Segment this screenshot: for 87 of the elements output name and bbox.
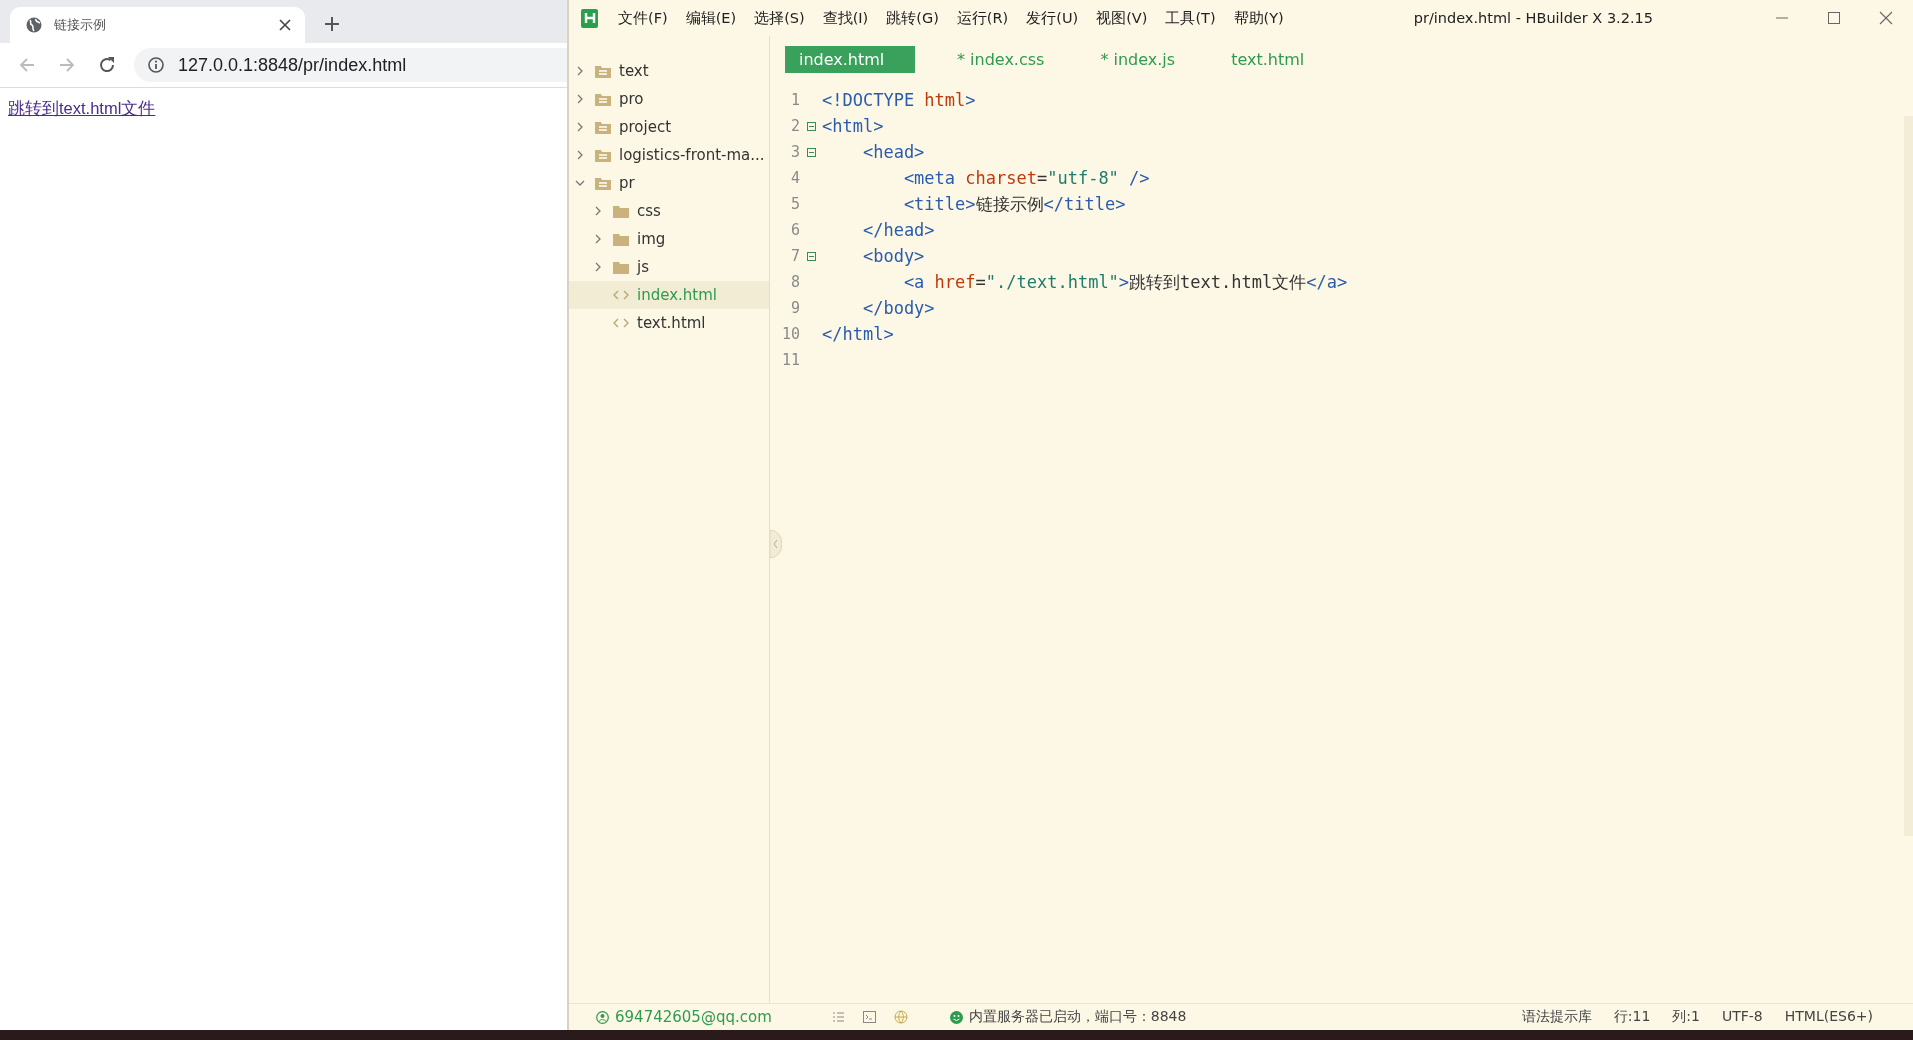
- status-item[interactable]: UTF-8: [1721, 1008, 1763, 1026]
- menu-item[interactable]: 帮助(Y): [1233, 8, 1284, 28]
- line-number: 2: [789, 117, 800, 135]
- chevron-right-icon[interactable]: [575, 150, 585, 160]
- folder-icon: [613, 232, 629, 246]
- menu-item[interactable]: 跳转(G): [886, 8, 939, 28]
- tree-item[interactable]: text.html: [569, 309, 769, 337]
- fold-marker-icon[interactable]: [806, 147, 816, 157]
- browser-tab[interactable]: 链接示例: [10, 7, 305, 43]
- chevron-right-icon[interactable]: [575, 122, 585, 132]
- menu-item[interactable]: 运行(R): [956, 8, 1009, 28]
- code-line: <head>: [861, 142, 925, 162]
- project-folder-icon: [595, 64, 611, 78]
- new-tab-icon[interactable]: [325, 17, 339, 31]
- status-item[interactable]: 语法提示库: [1521, 1008, 1592, 1026]
- tree-item[interactable]: pro: [569, 85, 769, 113]
- code-line: </html>: [822, 324, 894, 344]
- project-folder-icon: [595, 120, 611, 134]
- menu-item[interactable]: 文件(F): [618, 8, 668, 28]
- chevron-right-icon[interactable]: [575, 66, 585, 76]
- code-line: <!DOCTYPE html>: [822, 90, 976, 110]
- tree-item[interactable]: img: [569, 225, 769, 253]
- status-item[interactable]: 行:11: [1613, 1008, 1651, 1026]
- page-link[interactable]: 跳转到text.html文件: [8, 99, 156, 117]
- line-number: 11: [780, 351, 800, 369]
- code-line: </body>: [861, 298, 935, 318]
- address-bar[interactable]: 127.0.0.1:8848/pr/index.html: [134, 48, 567, 82]
- line-number: 9: [789, 299, 800, 317]
- tree-item[interactable]: pr: [569, 169, 769, 197]
- server-status: 内置服务器已启动，端口号：8848: [968, 1008, 1187, 1026]
- info-icon: [148, 57, 164, 73]
- editor-tab[interactable]: * index.js: [1086, 46, 1190, 73]
- menu-item[interactable]: 视图(V): [1096, 8, 1148, 28]
- close-icon[interactable]: [279, 19, 291, 31]
- terminal-icon[interactable]: [862, 1011, 876, 1023]
- menu-item[interactable]: 查找(I): [822, 8, 869, 28]
- chevron-right-icon[interactable]: [575, 94, 585, 104]
- code-file-icon: [613, 289, 629, 301]
- project-folder-icon: [595, 176, 611, 190]
- url-text: 127.0.0.1:8848/pr/index.html: [178, 54, 407, 76]
- chevron-right-icon[interactable]: [593, 234, 603, 244]
- code-line: </head>: [861, 220, 935, 240]
- tree-item[interactable]: css: [569, 197, 769, 225]
- line-number: 4: [789, 169, 800, 187]
- collapse-handle-icon[interactable]: [770, 530, 782, 558]
- chevron-right-icon[interactable]: [593, 206, 603, 216]
- menu-item[interactable]: 编辑(E): [685, 8, 737, 28]
- line-number: 7: [789, 247, 800, 265]
- folder-icon: [613, 204, 629, 218]
- code-line: <body>: [861, 246, 925, 266]
- close-icon[interactable]: [1879, 11, 1893, 25]
- tab-title: 链接示例: [54, 16, 107, 34]
- code-line: <meta charset="utf-8" />: [902, 168, 1150, 188]
- fold-marker-icon[interactable]: [806, 251, 816, 261]
- status-item[interactable]: 列:1: [1672, 1008, 1700, 1026]
- line-number: 1: [789, 91, 800, 109]
- menu-item[interactable]: 工具(T): [1165, 8, 1216, 28]
- window-title: pr/index.html - HBuilder X 3.2.15: [1413, 10, 1654, 26]
- smile-icon: [949, 1010, 963, 1024]
- project-folder-icon: [595, 92, 611, 106]
- status-item[interactable]: HTML(ES6+): [1784, 1008, 1873, 1026]
- code-line: <title>链接示例</title>: [902, 192, 1126, 216]
- fold-marker-icon[interactable]: [806, 121, 816, 131]
- app-logo-icon: [581, 8, 598, 28]
- line-number: 5: [789, 195, 800, 213]
- globe-icon: [26, 17, 42, 33]
- code-line: <a href="./text.html">跳转到text.html文件</a>: [902, 270, 1348, 294]
- folder-icon: [613, 260, 629, 274]
- line-number: 8: [789, 273, 800, 291]
- code-file-icon: [613, 317, 629, 329]
- chevron-down-icon[interactable]: [575, 178, 585, 188]
- tree-item[interactable]: text: [569, 57, 769, 85]
- reload-icon[interactable]: [98, 56, 116, 74]
- user-icon[interactable]: [596, 1010, 609, 1024]
- tree-item[interactable]: project: [569, 113, 769, 141]
- line-number: 10: [780, 325, 800, 343]
- line-number: 6: [789, 221, 800, 239]
- tree-item[interactable]: js: [569, 253, 769, 281]
- maximize-icon[interactable]: [1827, 11, 1841, 25]
- chevron-right-icon[interactable]: [593, 262, 603, 272]
- menu-item[interactable]: 发行(U): [1026, 8, 1079, 28]
- project-folder-icon: [595, 148, 611, 162]
- tree-item[interactable]: logistics-front-ma...: [569, 141, 769, 169]
- code-line: <html>: [822, 116, 884, 136]
- editor-tab[interactable]: * index.css: [943, 46, 1059, 73]
- line-number: 3: [789, 143, 800, 161]
- menu-item[interactable]: 选择(S): [754, 8, 805, 28]
